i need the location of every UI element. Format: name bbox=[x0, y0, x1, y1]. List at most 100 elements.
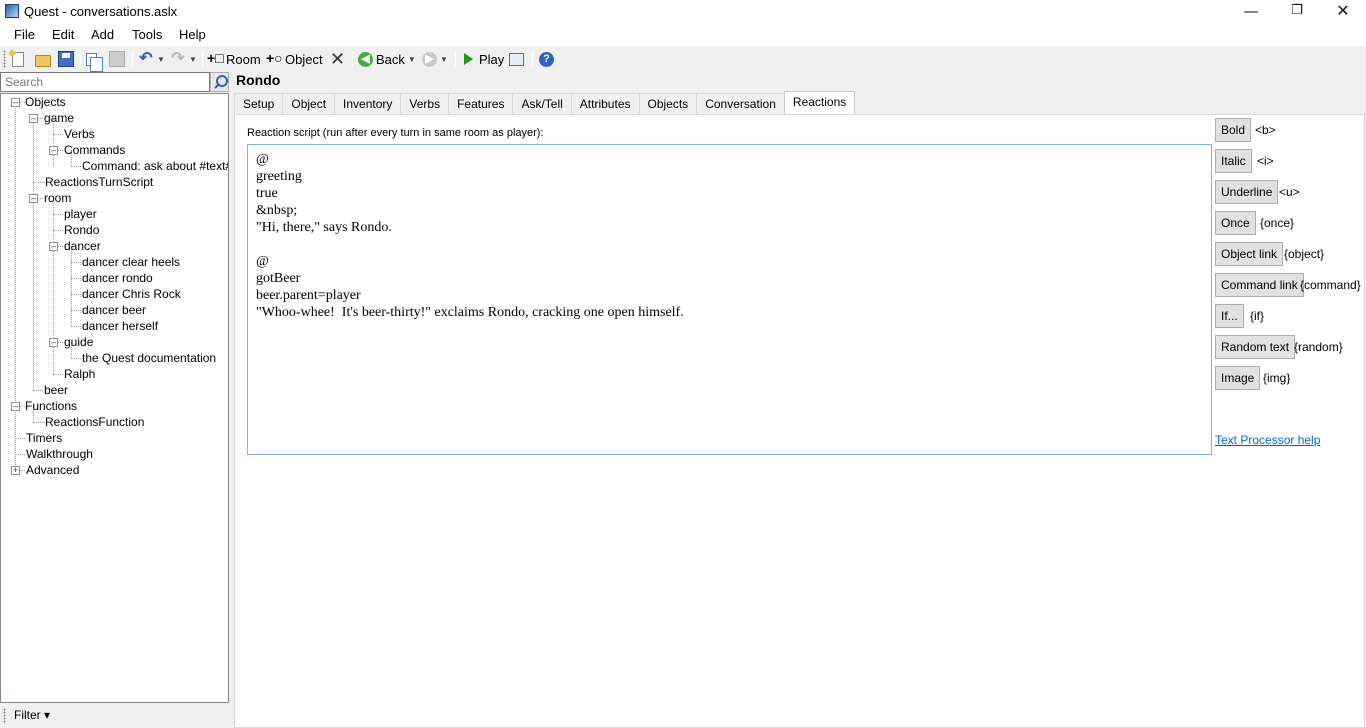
help-icon[interactable]: ? bbox=[539, 51, 554, 67]
menu-bar: File Edit Add Tools Help bbox=[0, 24, 1366, 46]
tree-node-dancer-beer[interactable]: dancer beer bbox=[82, 302, 146, 318]
filter-bar: Filter ▾ bbox=[0, 704, 229, 728]
menu-tools[interactable]: Tools bbox=[132, 27, 162, 42]
redo-icon: ↷ bbox=[171, 50, 185, 67]
new-file-icon[interactable] bbox=[9, 49, 24, 67]
copy-icon[interactable] bbox=[86, 52, 103, 72]
toolbar-separator bbox=[202, 51, 203, 67]
add-object-button[interactable]: +○ Object bbox=[266, 49, 323, 69]
toolbar-separator bbox=[132, 51, 133, 67]
tree-node-objects[interactable]: Objects bbox=[25, 94, 66, 110]
tree-node-player[interactable]: player bbox=[64, 206, 97, 222]
menu-add[interactable]: Add bbox=[91, 27, 114, 42]
tree-node-commands[interactable]: Commands bbox=[64, 142, 125, 158]
tab-object[interactable]: Object bbox=[282, 93, 336, 114]
tab-reactions[interactable]: Reactions bbox=[783, 91, 856, 114]
collapse-objects-icon[interactable]: – bbox=[11, 98, 20, 107]
if-button[interactable]: If... bbox=[1215, 304, 1244, 328]
tree-node-reactions-function[interactable]: ReactionsFunction bbox=[45, 414, 144, 430]
tree-node-advanced[interactable]: Advanced bbox=[26, 462, 79, 478]
undo-dropdown-chevron-icon[interactable]: ▼ bbox=[157, 55, 165, 64]
delete-button[interactable]: ✕ bbox=[330, 49, 346, 69]
tree-node-reactions-turn-script[interactable]: ReactionsTurnScript bbox=[45, 174, 153, 190]
tab-inventory[interactable]: Inventory bbox=[334, 93, 402, 114]
undo-button[interactable]: ↶ ▼ bbox=[138, 49, 165, 69]
tree-node-game[interactable]: game bbox=[44, 110, 74, 126]
object-link-button[interactable]: Object link bbox=[1215, 242, 1284, 266]
tree-node-command-ask[interactable]: Command: ask about #text# bbox=[82, 158, 228, 174]
tree-node-room[interactable]: room bbox=[44, 190, 71, 206]
toolbar-grip[interactable] bbox=[3, 50, 6, 68]
tree-node-dancer-herself[interactable]: dancer herself bbox=[82, 318, 158, 334]
collapse-dancer-icon[interactable]: – bbox=[49, 242, 58, 251]
collapse-commands-icon[interactable]: – bbox=[49, 146, 58, 155]
close-button[interactable]: ✕ bbox=[1320, 0, 1366, 24]
tree-node-walkthrough[interactable]: Walkthrough bbox=[26, 446, 93, 462]
collapse-functions-icon[interactable]: – bbox=[11, 402, 20, 411]
tree-node-guide[interactable]: guide bbox=[64, 334, 93, 350]
forward-button[interactable]: ▶ ▼ bbox=[422, 49, 448, 69]
bold-button[interactable]: Bold bbox=[1215, 118, 1252, 142]
redo-dropdown-chevron-icon[interactable]: ▼ bbox=[189, 55, 197, 64]
add-object-label: Object bbox=[285, 51, 323, 67]
search-button[interactable] bbox=[210, 72, 229, 92]
maximize-button[interactable]: ❐ bbox=[1274, 0, 1320, 24]
expand-advanced-icon[interactable]: + bbox=[11, 466, 20, 475]
once-button[interactable]: Once bbox=[1215, 211, 1256, 235]
tree-node-dancer-chris-rock[interactable]: dancer Chris Rock bbox=[82, 286, 181, 302]
tree-node-beer[interactable]: beer bbox=[44, 382, 68, 398]
italic-button[interactable]: Italic bbox=[1215, 149, 1252, 173]
tab-conversation[interactable]: Conversation bbox=[696, 93, 785, 114]
delete-icon: ✕ bbox=[330, 49, 346, 69]
back-button[interactable]: ◀ Back ▼ bbox=[358, 49, 416, 69]
tab-ask-tell[interactable]: Ask/Tell bbox=[512, 93, 572, 114]
tree-node-functions[interactable]: Functions bbox=[25, 398, 77, 414]
tree-node-timers[interactable]: Timers bbox=[26, 430, 62, 446]
tab-verbs[interactable]: Verbs bbox=[400, 93, 450, 114]
text-processor-help-link[interactable]: Text Processor help bbox=[1215, 433, 1320, 447]
save-icon[interactable] bbox=[58, 51, 74, 67]
toolbar: ↶ ▼ ↷ ▼ +□ Room +○ Object ✕ ◀ Back ▼ ▶ ▼… bbox=[0, 47, 1366, 72]
play-button[interactable]: Play bbox=[461, 49, 504, 69]
search-input[interactable] bbox=[0, 72, 210, 92]
toolbar-separator bbox=[352, 51, 353, 67]
tab-objects[interactable]: Objects bbox=[638, 93, 698, 114]
image-tag: {img} bbox=[1263, 371, 1291, 385]
tree-node-rondo[interactable]: Rondo bbox=[64, 222, 100, 238]
forward-dropdown-chevron-icon[interactable]: ▼ bbox=[440, 55, 448, 64]
tree-node-dancer[interactable]: dancer bbox=[64, 238, 101, 254]
random-text-button[interactable]: Random text bbox=[1215, 335, 1296, 359]
collapse-game-icon[interactable]: – bbox=[29, 114, 38, 123]
reaction-script-editor[interactable]: @ greeting true &nbsp; "Hi, there," says… bbox=[247, 144, 1212, 455]
tree-node-dancer-rondo[interactable]: dancer rondo bbox=[82, 270, 153, 286]
collapse-room-icon[interactable]: – bbox=[29, 194, 38, 203]
add-room-label: Room bbox=[226, 51, 261, 67]
image-button[interactable]: Image bbox=[1215, 366, 1261, 390]
tree-node-ralph[interactable]: Ralph bbox=[64, 366, 95, 382]
underline-button[interactable]: Underline bbox=[1215, 180, 1279, 204]
open-folder-icon[interactable] bbox=[35, 54, 51, 67]
menu-help[interactable]: Help bbox=[179, 27, 206, 42]
code-view-icon[interactable] bbox=[509, 52, 524, 66]
collapse-guide-icon[interactable]: – bbox=[49, 338, 58, 347]
tab-setup[interactable]: Setup bbox=[234, 93, 284, 114]
minimize-button[interactable]: — bbox=[1228, 0, 1274, 24]
window-title: Quest - conversations.aslx bbox=[24, 4, 178, 19]
object-tree[interactable]: – – – – – – – + Objects game Verbs Comma… bbox=[0, 93, 229, 703]
redo-button[interactable]: ↷ ▼ bbox=[170, 49, 197, 69]
back-arrow-icon: ◀ bbox=[358, 51, 373, 67]
toolbar-separator bbox=[532, 51, 533, 67]
tab-attributes[interactable]: Attributes bbox=[570, 93, 640, 114]
tab-features[interactable]: Features bbox=[448, 93, 514, 114]
back-dropdown-chevron-icon[interactable]: ▼ bbox=[408, 55, 416, 64]
tree-node-verbs[interactable]: Verbs bbox=[64, 126, 95, 142]
add-room-button[interactable]: +□ Room bbox=[207, 49, 261, 69]
paste-icon[interactable] bbox=[109, 51, 125, 67]
menu-file[interactable]: File bbox=[14, 27, 35, 42]
filter-dropdown[interactable]: Filter ▾ bbox=[14, 708, 50, 722]
menu-edit[interactable]: Edit bbox=[52, 27, 74, 42]
object-link-tag: {object} bbox=[1284, 247, 1325, 261]
tree-node-dancer-clear-heels[interactable]: dancer clear heels bbox=[82, 254, 180, 270]
command-link-button[interactable]: Command link bbox=[1215, 273, 1304, 297]
tree-node-quest-documentation[interactable]: the Quest documentation bbox=[82, 350, 216, 366]
